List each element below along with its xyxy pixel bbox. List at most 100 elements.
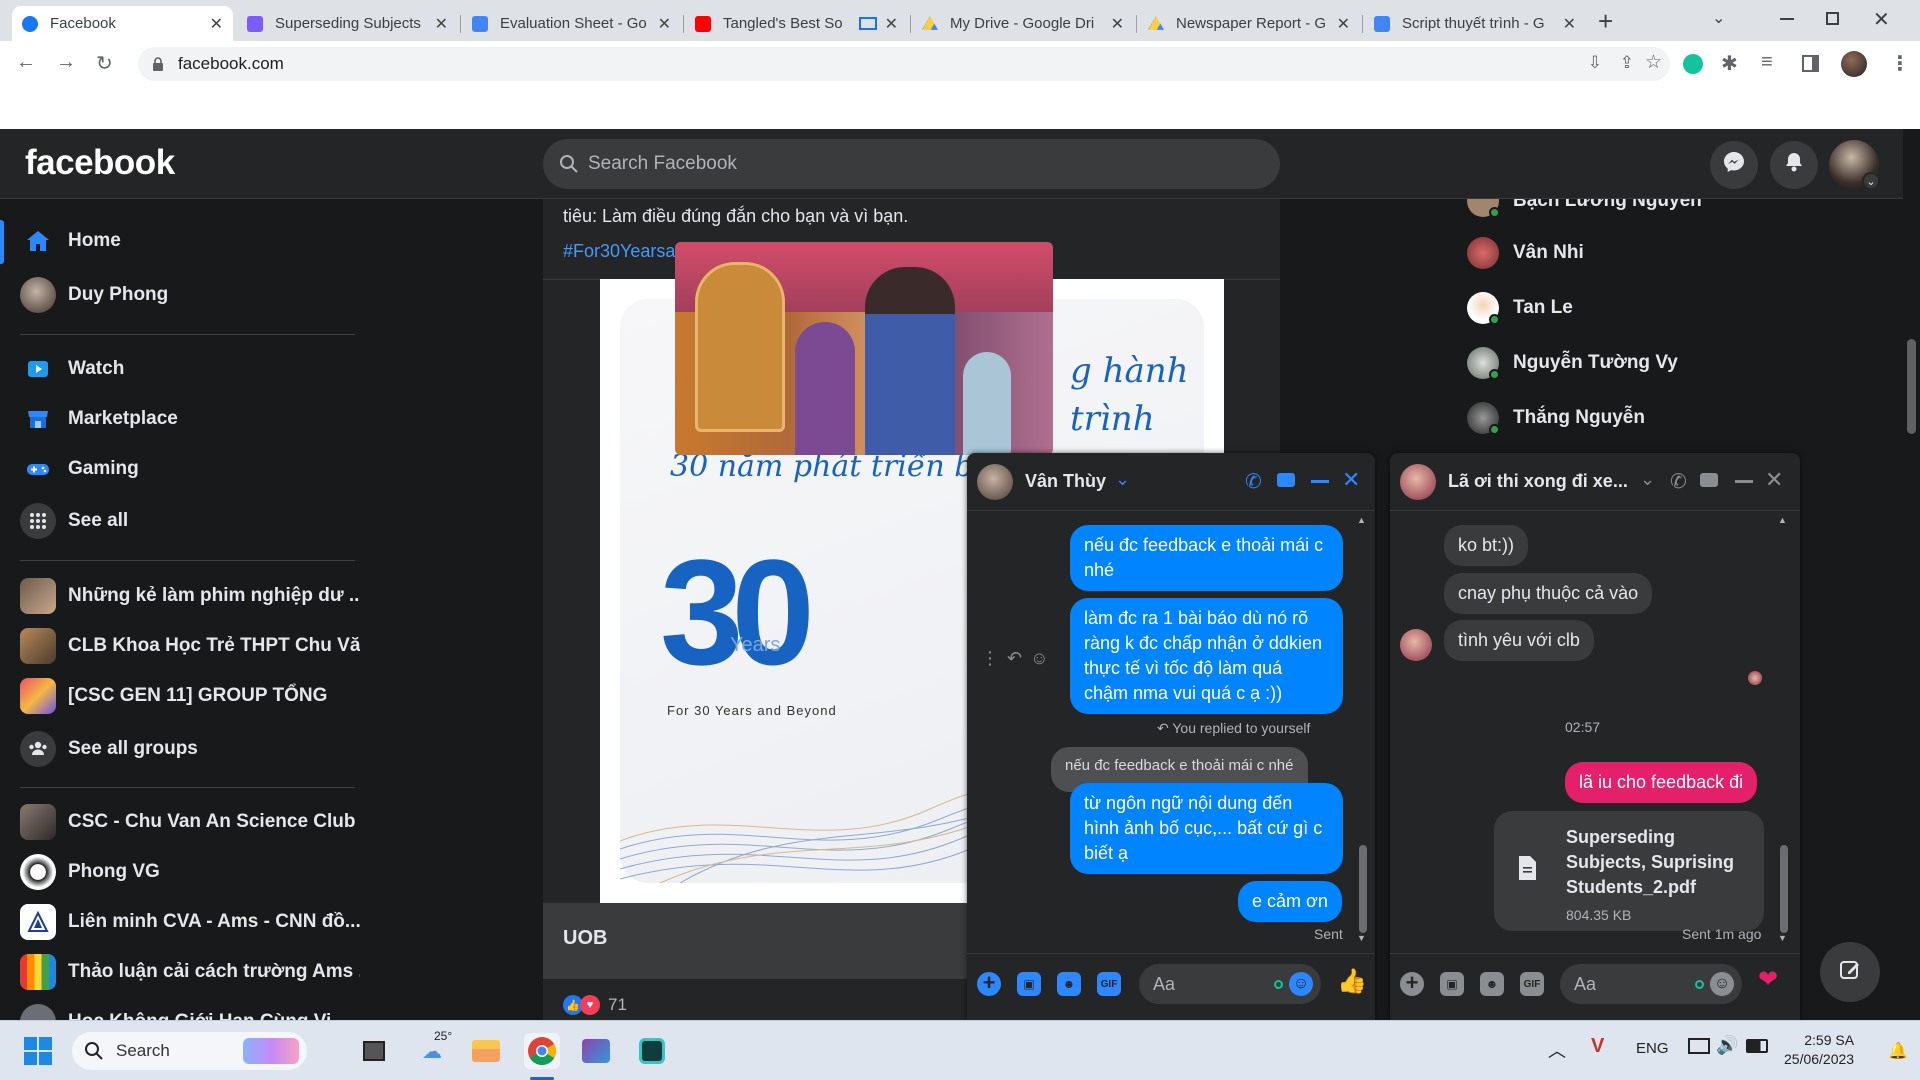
install-icon[interactable]: ⇩ bbox=[1588, 53, 1602, 73]
group-item[interactable]: Những kẻ làm phim nghiệp dư ... bbox=[20, 578, 360, 614]
chat-scroll-thumb[interactable] bbox=[1359, 845, 1367, 933]
chrome-taskbar-icon[interactable] bbox=[524, 1033, 560, 1069]
emoji-icon[interactable]: ☺ bbox=[1289, 972, 1313, 996]
chrome-menu-icon[interactable]: ⋮ bbox=[1890, 51, 1910, 76]
shortcut-item[interactable]: Thảo luận cải cách trường Ams ... bbox=[20, 954, 360, 990]
close-tab-icon[interactable]: ✕ bbox=[1111, 14, 1124, 34]
tab-my-drive[interactable]: My Drive - Google Dri ✕ bbox=[912, 6, 1134, 41]
close-tab-icon[interactable]: ✕ bbox=[885, 14, 898, 34]
facebook-logo[interactable]: facebook bbox=[25, 143, 175, 183]
shortcut-item[interactable]: Học Không Giới Hạn Cùng Vi... bbox=[20, 1004, 347, 1020]
group-item[interactable]: [CSC GEN 11] GROUP TỔNG bbox=[20, 678, 327, 714]
chat-name[interactable]: Lã ơi thi xong đi xe... bbox=[1448, 471, 1628, 492]
shortcut-item[interactable]: Liên minh CVA - Ams - CNN đồ... bbox=[20, 904, 360, 940]
close-chat-icon[interactable]: ✕ bbox=[1765, 467, 1783, 493]
photo-icon[interactable]: ▣ bbox=[1017, 972, 1041, 996]
taskbar-search[interactable]: Search bbox=[72, 1032, 307, 1070]
share-icon[interactable]: ⇪ bbox=[1620, 53, 1634, 73]
forward-icon[interactable]: → bbox=[56, 51, 76, 74]
maximize-icon[interactable] bbox=[1826, 12, 1839, 25]
phone-call-icon[interactable]: ✆ bbox=[1245, 469, 1262, 494]
new-message-button[interactable] bbox=[1820, 942, 1880, 1002]
contact-item[interactable]: Vân Nhi bbox=[1467, 237, 1584, 269]
nav-marketplace[interactable]: Marketplace bbox=[20, 401, 178, 437]
contact-item[interactable]: Nguyễn Tường Vy bbox=[1467, 347, 1678, 380]
nav-see-all[interactable]: See all bbox=[20, 503, 128, 539]
tab-facebook[interactable]: Facebook ✕ bbox=[12, 6, 233, 41]
tab-tangled[interactable]: Tangled's Best So ✕ bbox=[685, 6, 908, 41]
emoji-icon[interactable]: ☺ bbox=[1710, 972, 1734, 996]
media-controls-icon[interactable]: ≡ bbox=[1761, 51, 1773, 74]
tab-script[interactable]: Script thuyết trình - G ✕ bbox=[1364, 6, 1586, 41]
battery-icon[interactable] bbox=[1746, 1039, 1768, 1053]
reply-icon[interactable]: ↶ bbox=[1007, 648, 1030, 668]
language-indicator[interactable]: ENG bbox=[1636, 1040, 1669, 1057]
tab-superseding[interactable]: Superseding Subjects ✕ bbox=[237, 6, 458, 41]
message-bubble-in[interactable]: tình yêu với clb bbox=[1444, 620, 1594, 661]
volume-icon[interactable]: 🔊 bbox=[1716, 1035, 1738, 1056]
phone-call-icon[interactable]: ✆ bbox=[1670, 469, 1687, 494]
message-bubble-in[interactable]: ko bt:)) bbox=[1444, 525, 1529, 566]
shortcut-item[interactable]: Phong VG bbox=[20, 854, 160, 890]
video-call-icon[interactable] bbox=[1700, 473, 1718, 487]
minimize-icon[interactable] bbox=[1780, 18, 1794, 20]
contact-item[interactable]: Bạch Lương Nguyễn bbox=[1467, 199, 1702, 218]
chat-avatar[interactable] bbox=[1400, 464, 1436, 500]
message-bubble-out[interactable]: nếu đc feedback e thoải mái c nhé bbox=[1070, 525, 1343, 591]
video-call-icon[interactable] bbox=[1277, 473, 1295, 487]
reactions-summary[interactable]: 👍 ♥ 71 bbox=[563, 995, 627, 1015]
video-editor-icon[interactable] bbox=[578, 1033, 614, 1069]
close-tab-icon[interactable]: ✕ bbox=[435, 14, 448, 34]
scroll-down-icon[interactable]: ▼ bbox=[1357, 933, 1366, 943]
react-emoji-icon[interactable]: ☺ bbox=[1030, 648, 1056, 668]
minimize-chat-icon[interactable] bbox=[1735, 480, 1753, 483]
chat-scroll-thumb[interactable] bbox=[1780, 845, 1788, 933]
side-panel-icon[interactable] bbox=[1802, 55, 1819, 72]
chevron-down-icon[interactable]: ⌄ bbox=[1640, 469, 1655, 490]
nav-see-all-groups[interactable]: See all groups bbox=[20, 731, 198, 767]
app-icon[interactable] bbox=[634, 1033, 670, 1069]
message-input[interactable]: Aa ☺ bbox=[1560, 964, 1742, 1004]
contact-item[interactable]: Thắng Nguyễn bbox=[1467, 402, 1645, 435]
windows-start-icon[interactable] bbox=[24, 1037, 52, 1065]
nav-home[interactable]: Home bbox=[20, 223, 121, 259]
weather-widget[interactable]: ☁ 25° bbox=[414, 1029, 452, 1069]
scroll-down-icon[interactable]: ▼ bbox=[1778, 933, 1787, 943]
message-input[interactable]: Aa ☺ bbox=[1139, 964, 1321, 1004]
chat-scrollbar[interactable]: ▲ ▼ bbox=[1357, 515, 1369, 945]
nav-gaming[interactable]: Gaming bbox=[20, 451, 139, 487]
extensions-puzzle-icon[interactable]: ✱ bbox=[1721, 51, 1738, 76]
heart-reaction-icon[interactable]: ❤ bbox=[1758, 965, 1778, 994]
message-bubble-out[interactable]: làm đc ra 1 bài báo dù nó rõ ràng k đc c… bbox=[1070, 598, 1343, 714]
network-icon[interactable] bbox=[1688, 1038, 1710, 1054]
page-scrollbar[interactable] bbox=[1903, 129, 1920, 1020]
tray-chevron-icon[interactable]: ︿ bbox=[1548, 1037, 1566, 1063]
message-bubble-out[interactable]: từ ngôn ngữ nội dung đến hình ảnh bố cục… bbox=[1070, 783, 1343, 874]
messenger-button[interactable] bbox=[1710, 141, 1758, 189]
scroll-up-icon[interactable]: ▲ bbox=[1778, 515, 1790, 525]
grammarly-icon[interactable] bbox=[1683, 54, 1703, 74]
chat-scrollbar[interactable]: ▲ ▼ bbox=[1778, 515, 1790, 945]
notifications-button[interactable] bbox=[1770, 141, 1818, 189]
shortcut-item[interactable]: CSC - Chu Van An Science Club ... bbox=[20, 804, 360, 840]
close-tab-icon[interactable]: ✕ bbox=[658, 14, 671, 34]
contact-item[interactable]: Tan Le bbox=[1467, 292, 1573, 325]
post-hashtag[interactable]: #For30Yearsa bbox=[563, 241, 675, 262]
new-tab-icon[interactable]: + bbox=[1598, 6, 1613, 37]
close-chat-icon[interactable]: ✕ bbox=[1342, 467, 1360, 493]
bookmark-star-icon[interactable]: ☆ bbox=[1645, 51, 1662, 74]
nav-profile[interactable]: Duy Phong bbox=[20, 277, 168, 313]
page-scroll-thumb[interactable] bbox=[1907, 339, 1916, 434]
reload-icon[interactable]: ↻ bbox=[96, 51, 113, 76]
scroll-up-icon[interactable]: ▲ bbox=[1357, 515, 1369, 525]
message-bubble-in[interactable]: cnay phụ thuộc cả vào bbox=[1444, 573, 1653, 614]
chat-avatar[interactable] bbox=[977, 464, 1013, 500]
chat-name[interactable]: Vân Thùy bbox=[1025, 471, 1106, 492]
antivirus-tray-icon[interactable]: V bbox=[1591, 1035, 1604, 1058]
thumbs-up-icon[interactable]: 👍 bbox=[1337, 967, 1367, 996]
tab-evaluation-sheet[interactable]: Evaluation Sheet - Go ✕ bbox=[462, 6, 681, 41]
clock[interactable]: 2:59 SA 25/06/2023 bbox=[1784, 1031, 1854, 1069]
chrome-profile-avatar[interactable] bbox=[1841, 51, 1867, 77]
photo-icon[interactable]: ▣ bbox=[1440, 972, 1464, 996]
account-chevron-icon[interactable]: ⌄ bbox=[1862, 172, 1880, 190]
